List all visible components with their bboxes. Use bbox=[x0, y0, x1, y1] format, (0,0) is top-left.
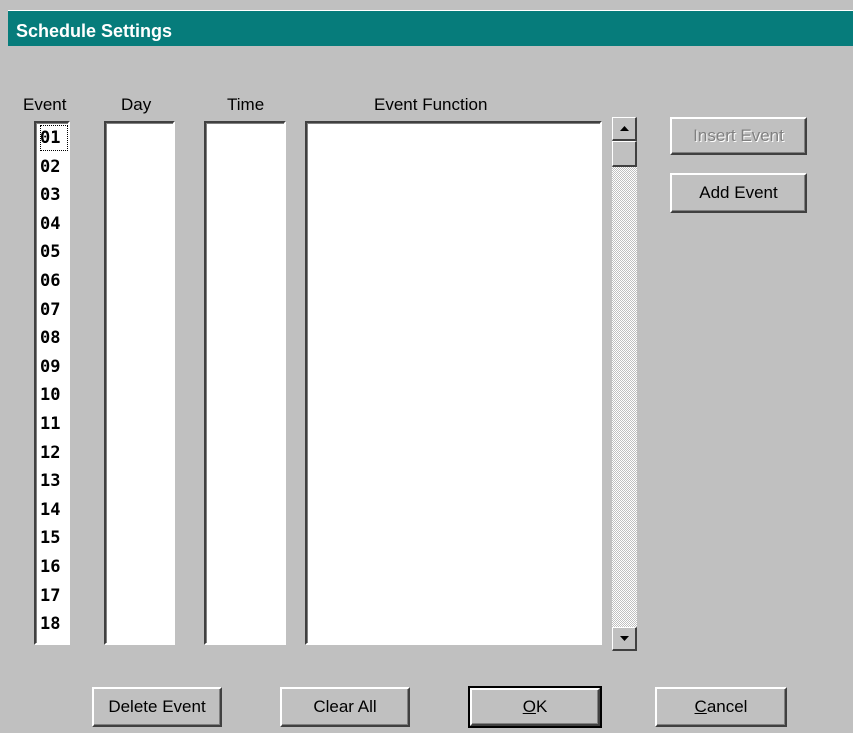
time-list[interactable] bbox=[204, 121, 286, 645]
event-number-item[interactable]: 01 bbox=[40, 125, 68, 151]
vertical-scrollbar[interactable] bbox=[612, 117, 637, 651]
event-number-item[interactable]: 16 bbox=[40, 554, 68, 580]
event-number-item[interactable]: 06 bbox=[40, 268, 68, 294]
arrow-down-icon bbox=[619, 635, 629, 641]
event-column-header: Event bbox=[23, 95, 67, 114]
ok-mnemonic: O bbox=[522, 697, 536, 716]
event-number-item[interactable]: 10 bbox=[40, 382, 68, 408]
scroll-thumb[interactable] bbox=[612, 141, 637, 167]
event-number-item[interactable]: 08 bbox=[40, 325, 68, 351]
time-column-header: Time bbox=[227, 95, 265, 114]
window-title: Schedule Settings bbox=[16, 21, 173, 41]
event-number-item[interactable]: 11 bbox=[40, 411, 68, 437]
cancel-label-rest: ancel bbox=[706, 697, 748, 716]
ok-button[interactable]: OK bbox=[468, 686, 602, 728]
arrow-up-icon bbox=[619, 125, 629, 131]
event-number-item[interactable]: 17 bbox=[40, 583, 68, 609]
clear-all-button[interactable]: Clear All bbox=[280, 687, 410, 727]
event-number-list[interactable]: 01 02 03 04 05 06 07 08 09 10 11 12 13 14 15 16 17 18 bbox=[34, 121, 70, 645]
event-number-item[interactable]: 04 bbox=[40, 211, 68, 237]
scroll-down-button[interactable] bbox=[612, 627, 637, 651]
event-function-list[interactable] bbox=[305, 121, 602, 645]
event-number-item[interactable]: 07 bbox=[40, 297, 68, 323]
event-number-item[interactable]: 09 bbox=[40, 354, 68, 380]
add-event-button[interactable]: Add Event bbox=[670, 173, 807, 213]
day-list[interactable] bbox=[104, 121, 175, 645]
insert-event-button[interactable]: Insert Event bbox=[670, 117, 807, 155]
event-number-item[interactable]: 14 bbox=[40, 497, 68, 523]
delete-event-button[interactable]: Delete Event bbox=[92, 687, 222, 727]
ok-label-rest: K bbox=[535, 697, 548, 716]
event-number-item[interactable]: 15 bbox=[40, 525, 68, 551]
event-number-item[interactable]: 03 bbox=[40, 182, 68, 208]
event-number-item[interactable]: 12 bbox=[40, 440, 68, 466]
event-function-column-header: Event Function bbox=[374, 95, 488, 114]
event-number-item[interactable]: 13 bbox=[40, 468, 68, 494]
title-bar[interactable]: Schedule Settings bbox=[8, 10, 853, 46]
scroll-up-button[interactable] bbox=[612, 117, 637, 141]
event-number-item[interactable]: 18 bbox=[40, 611, 68, 637]
day-column-header: Day bbox=[121, 95, 152, 114]
event-number-item[interactable]: 02 bbox=[40, 154, 68, 180]
cancel-mnemonic: C bbox=[694, 697, 707, 716]
event-number-item[interactable]: 05 bbox=[40, 239, 68, 265]
cancel-button[interactable]: Cancel bbox=[655, 687, 787, 727]
